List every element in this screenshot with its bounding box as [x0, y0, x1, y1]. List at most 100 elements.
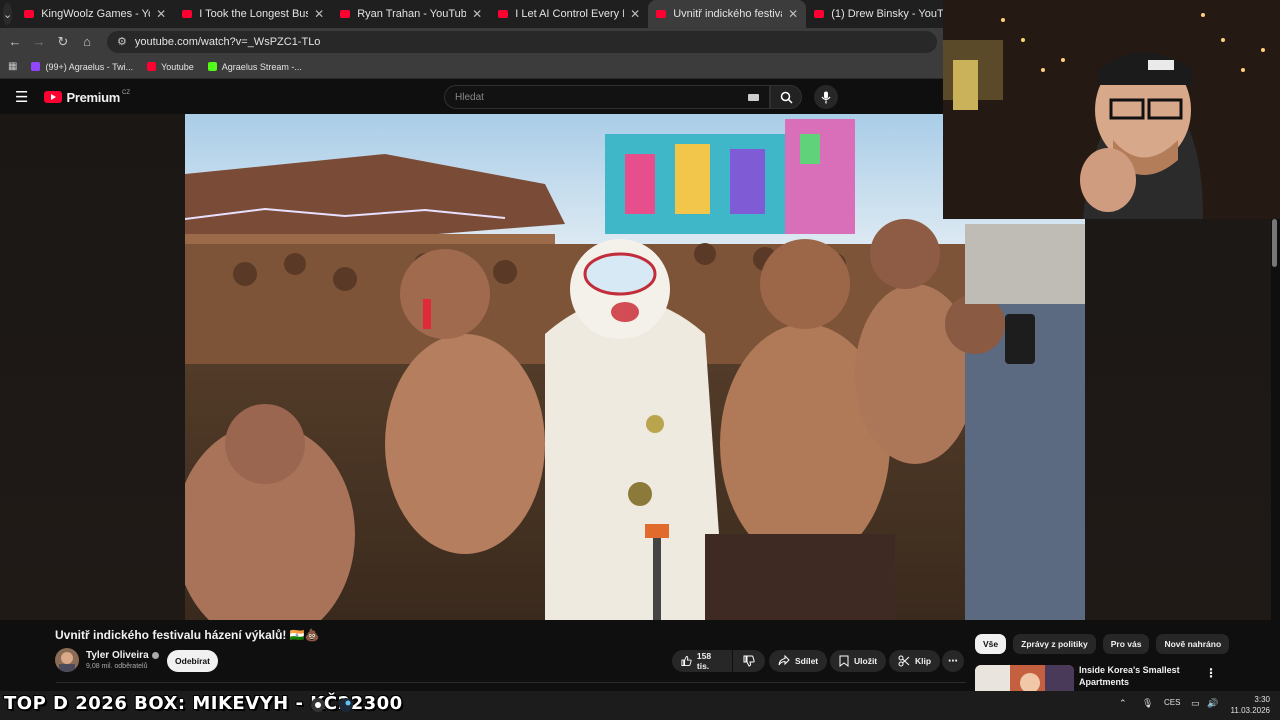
video-title: Uvnitř indického festivalu házení výkalů…: [55, 628, 320, 642]
home-icon[interactable]: ⌂: [75, 34, 99, 49]
share-label: Sdílet: [795, 656, 819, 666]
kick-icon: [207, 62, 217, 71]
like-count: 158 tis.: [696, 651, 712, 671]
clip-label: Klip: [915, 656, 932, 666]
bookmark-item[interactable]: Agraelus Stream -...: [207, 61, 302, 72]
youtube-favicon-icon: [340, 10, 351, 18]
youtube-play-icon: [44, 91, 63, 103]
youtube-favicon-icon: [656, 10, 667, 18]
clip-button[interactable]: Klip: [889, 650, 941, 672]
youtube-favicon-icon: [24, 10, 35, 18]
chip-recently-uploaded[interactable]: Nově nahráno: [1156, 634, 1230, 654]
clock-time: 3:30: [1254, 695, 1270, 704]
browser-tab[interactable]: I Took the Longest Bus Ride in a ✕: [174, 0, 332, 28]
browser-tab[interactable]: I Let AI Control Every Meal for 7 ✕: [490, 0, 648, 28]
share-button[interactable]: Sdílet: [769, 650, 828, 672]
bookmark-label: Agraelus Stream -...: [221, 61, 302, 72]
search-button[interactable]: [770, 85, 802, 109]
save-label: Uložit: [854, 656, 878, 666]
bookmark-label: Youtube: [161, 61, 194, 72]
steam-icon[interactable]: [338, 697, 354, 713]
tab-title: I Let AI Control Every Meal for 7: [515, 8, 624, 20]
youtube-icon: [147, 62, 157, 71]
close-tab-icon[interactable]: ✕: [630, 7, 640, 21]
menu-icon[interactable]: ☰: [15, 88, 28, 106]
tab-title: I Took the Longest Bus Ride in a: [199, 8, 308, 20]
verified-icon: [151, 651, 159, 659]
scissors-icon: [898, 655, 910, 667]
browser-tab-active[interactable]: Uvnitř indického festivalu házení ✕: [648, 0, 807, 28]
tray-mic-icon[interactable]: 🎙: [1142, 698, 1153, 709]
language-indicator[interactable]: CES: [1164, 698, 1180, 707]
browser-toolbar: ← → ↻ ⌂ ⚙ youtube.com/watch?v=_WsPZC1-TL…: [0, 28, 943, 55]
scrollbar-thumb[interactable]: [1272, 219, 1277, 267]
search-icon: [780, 91, 793, 104]
bookmark-label: (99+) Agraelus - Twi...: [45, 61, 134, 72]
tab-title: (1) Drew Binsky - YouTube: [831, 8, 957, 20]
close-tab-icon[interactable]: ✕: [788, 7, 798, 21]
chip-politics[interactable]: Zprávy z politiky: [1013, 634, 1096, 654]
address-bar[interactable]: ⚙ youtube.com/watch?v=_WsPZC1-TLo: [107, 30, 937, 53]
webcam-overlay: [943, 0, 1280, 219]
site-info-icon[interactable]: ⚙: [117, 35, 127, 48]
thumbs-up-icon: [681, 656, 692, 666]
tab-title: Uvnitř indického festivalu házení: [673, 8, 782, 20]
like-button[interactable]: 158 tis.: [672, 650, 732, 672]
browser-tab[interactable]: Ryan Trahan - YouTube ✕: [332, 0, 490, 28]
forward-icon[interactable]: →: [27, 34, 51, 49]
tray-chevron-icon[interactable]: ⌃: [1119, 698, 1127, 709]
youtube-favicon-icon: [814, 10, 825, 18]
bookmark-item[interactable]: Youtube: [147, 62, 194, 72]
youtube-logo[interactable]: Premium CZ: [44, 90, 130, 105]
thumbs-down-icon: [743, 655, 755, 667]
obs-icon[interactable]: [310, 697, 326, 713]
reload-icon[interactable]: ↻: [51, 34, 75, 50]
page-scrollbar[interactable]: [1271, 219, 1278, 691]
screen: ⌄ KingWoolz Games - YouTube ✕ I Took the…: [0, 0, 1280, 720]
system-clock[interactable]: 3:30 11.03.2026: [1222, 694, 1270, 716]
tab-title: Ryan Trahan - YouTube: [357, 8, 467, 20]
channel-name-row[interactable]: Tyler Oliveira: [86, 650, 159, 661]
save-button[interactable]: Uložit: [830, 650, 887, 672]
recommendation-chips: Vše Zprávy z politiky Pro vás Nově nahrá…: [975, 634, 1236, 654]
url-text: youtube.com/watch?v=_WsPZC1-TLo: [134, 35, 321, 48]
tab-title: KingWoolz Games - YouTube: [41, 8, 150, 20]
twitch-icon: [31, 62, 41, 71]
chip-for-you[interactable]: Pro vás: [1102, 634, 1150, 654]
ambient-left: [0, 114, 185, 620]
close-tab-icon[interactable]: ✕: [156, 7, 166, 21]
logo-text: Premium: [66, 89, 120, 105]
subscriber-count: 9,08 mil. odběratelů: [86, 663, 148, 670]
subscribe-button[interactable]: Odebírat: [167, 650, 218, 672]
youtube-favicon-icon: [498, 10, 509, 18]
bookmark-item[interactable]: (99+) Agraelus - Twi...: [31, 62, 133, 72]
browser-tab[interactable]: (1) Drew Binsky - YouTube: [806, 0, 964, 28]
youtube-header: ☰ Premium CZ Hledat: [0, 80, 943, 114]
bookmark-icon: [839, 655, 849, 667]
search-input[interactable]: Hledat: [444, 85, 770, 109]
youtube-favicon-icon: [182, 10, 193, 18]
microphone-icon: [821, 91, 831, 103]
keyboard-icon[interactable]: [748, 94, 759, 101]
browser-tab-strip: ⌄ KingWoolz Games - YouTube ✕ I Took the…: [0, 0, 956, 28]
chip-all[interactable]: Vše: [975, 634, 1007, 654]
logo-country: CZ: [121, 89, 130, 96]
close-tab-icon[interactable]: ✕: [314, 7, 324, 21]
clock-date: 11.03.2026: [1230, 706, 1270, 715]
recommendation-title[interactable]: Inside Korea's Smallest Apartments: [1079, 664, 1189, 688]
apps-grid-icon[interactable]: ▦: [8, 61, 17, 72]
network-icon[interactable]: ▭: [1191, 698, 1200, 709]
more-actions-icon[interactable]: ⋯: [942, 650, 964, 672]
channel-avatar[interactable]: [55, 648, 79, 672]
browser-tab[interactable]: KingWoolz Games - YouTube ✕: [16, 0, 174, 28]
dislike-button[interactable]: [733, 650, 765, 672]
recommendation-menu-icon[interactable]: ⋮: [1205, 666, 1217, 680]
tab-search-icon[interactable]: ⌄: [3, 3, 13, 25]
bookmarks-bar: ▦ (99+) Agraelus - Twi... Youtube Agrael…: [0, 55, 943, 79]
channel-name: Tyler Oliveira: [86, 650, 149, 661]
volume-icon[interactable]: 🔊: [1207, 698, 1218, 709]
close-tab-icon[interactable]: ✕: [472, 7, 482, 21]
back-icon[interactable]: ←: [3, 34, 27, 49]
search-placeholder: Hledat: [455, 91, 484, 103]
voice-search-button[interactable]: [814, 85, 838, 109]
